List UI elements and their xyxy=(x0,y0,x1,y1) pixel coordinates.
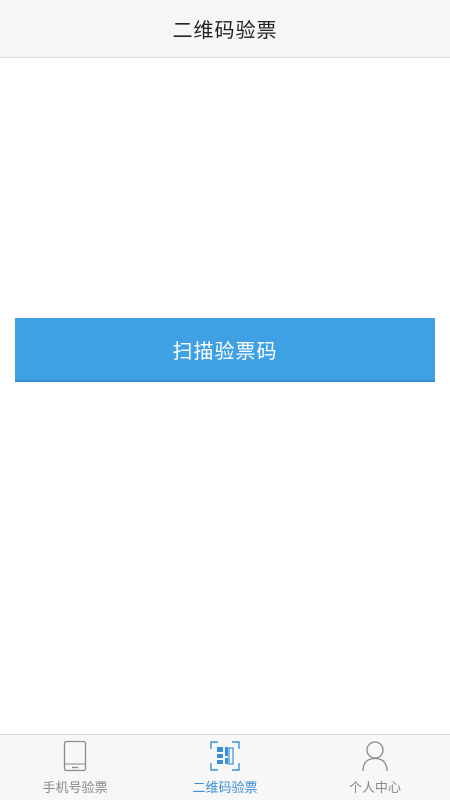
phone-icon xyxy=(59,739,91,773)
tab-label-phone-verify: 手机号验票 xyxy=(42,781,108,796)
main-content: 扫描验票码 xyxy=(0,58,450,734)
qr-code-icon xyxy=(209,739,241,773)
top-nav-bar: 二维码验票 xyxy=(0,0,450,58)
tab-phone-verify[interactable]: 手机号验票 xyxy=(0,735,150,800)
scan-ticket-code-button[interactable]: 扫描验票码 xyxy=(15,318,435,382)
person-icon xyxy=(359,739,391,773)
tab-qr-verify[interactable]: 二维码验票 xyxy=(150,735,300,800)
tab-profile[interactable]: 个人中心 xyxy=(300,735,450,800)
tab-label-profile: 个人中心 xyxy=(348,781,401,796)
tab-label-qr-verify: 二维码验票 xyxy=(192,781,258,796)
page-title: 二维码验票 xyxy=(172,18,278,42)
bottom-tab-bar: 手机号验票 二维码验票 个人中心 xyxy=(0,734,450,800)
